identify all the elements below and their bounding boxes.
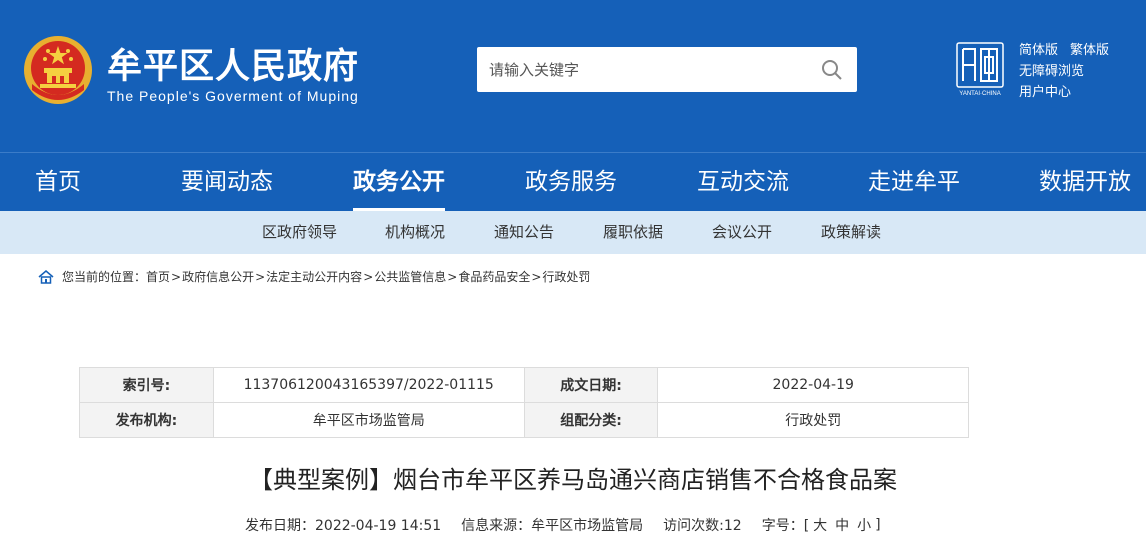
search-box <box>477 47 857 92</box>
date-value: 2022-04-19 <box>657 367 969 403</box>
home-icon <box>38 269 54 284</box>
sub-nav: 区政府领导 机构概况 通知公告 履职依据 会议公开 政策解读 <box>0 211 1146 254</box>
breadcrumb-sep: > <box>447 269 458 284</box>
article-title: 【典型案例】烟台市牟平区养马岛通兴商店销售不合格食品案 <box>249 466 897 494</box>
search-button[interactable] <box>807 47 857 92</box>
simplified-link[interactable]: 简体版 <box>1019 43 1058 58</box>
traditional-link[interactable]: 繁体版 <box>1070 43 1109 58</box>
national-emblem-icon <box>24 36 92 104</box>
user-center-link[interactable]: 用户中心 <box>1019 85 1071 100</box>
nav-item-news[interactable]: 要闻动态 <box>181 153 273 211</box>
org-value: 牟平区市场监管局 <box>212 402 525 438</box>
breadcrumb-sep: > <box>171 269 182 284</box>
breadcrumb-sep: > <box>363 269 374 284</box>
date-label: 成文日期: <box>523 367 659 403</box>
publish-date: 发布日期：2022-04-19 14:51 <box>245 518 442 534</box>
site-header: 牟平区人民政府 The People's Goverment of Muping… <box>0 0 1146 152</box>
svg-text:YANTAI·CHINA: YANTAI·CHINA <box>959 91 1000 97</box>
info-source: 信息来源：牟平区市场监管局 <box>461 518 644 534</box>
breadcrumb-statutory[interactable]: 法定主动公开内容 <box>266 268 362 285</box>
header-tools: 简体版 繁体版 无障碍浏览 用户中心 <box>1019 40 1109 103</box>
article-info: 发布日期：2022-04-19 14:51 信息来源：牟平区市场监管局 访问次数… <box>245 515 881 535</box>
subnav-item-notices[interactable]: 通知公告 <box>494 211 554 254</box>
breadcrumb-home[interactable]: 首页 <box>146 268 170 285</box>
breadcrumb-sep: > <box>255 269 266 284</box>
font-medium-button[interactable]: 中 <box>835 515 849 535</box>
nav-item-open-data[interactable]: 数据开放 <box>1039 153 1131 211</box>
site-title: 牟平区人民政府 <box>107 47 360 87</box>
index-label: 索引号: <box>79 367 214 403</box>
breadcrumb-supervision[interactable]: 公共监管信息 <box>374 268 446 285</box>
font-small-button[interactable]: 小 <box>857 515 871 535</box>
breadcrumb-penalty[interactable]: 行政处罚 <box>542 268 590 285</box>
search-icon <box>822 59 842 80</box>
font-size-end: ] <box>875 517 881 533</box>
subnav-item-duties[interactable]: 履职依据 <box>603 211 663 254</box>
table-row: 索引号: 113706120043165397/2022-01115 成文日期:… <box>79 367 969 403</box>
subnav-item-meetings[interactable]: 会议公开 <box>712 211 772 254</box>
nav-item-gov-services[interactable]: 政务服务 <box>525 153 617 211</box>
subnav-item-leaders[interactable]: 区政府领导 <box>262 211 337 254</box>
category-value: 行政处罚 <box>657 402 969 438</box>
main-nav: 首页 要闻动态 政务公开 政务服务 互动交流 走进牟平 数据开放 <box>0 152 1146 211</box>
nav-item-gov-affairs[interactable]: 政务公开 <box>353 153 445 211</box>
table-row: 发布机构: 牟平区市场监管局 组配分类: 行政处罚 <box>79 402 969 438</box>
category-label: 组配分类: <box>523 402 659 438</box>
meta-table: 索引号: 113706120043165397/2022-01115 成文日期:… <box>79 367 969 438</box>
nav-item-home[interactable]: 首页 <box>35 153 81 211</box>
breadcrumb-prefix: 您当前的位置： <box>62 270 147 284</box>
search-input[interactable] <box>477 47 807 92</box>
accessible-link[interactable]: 无障碍浏览 <box>1019 64 1084 79</box>
visit-count: 访问次数:12 <box>663 518 742 534</box>
breadcrumb-sep: > <box>531 269 542 284</box>
subnav-item-policy[interactable]: 政策解读 <box>821 211 881 254</box>
breadcrumb-info-open[interactable]: 政府信息公开 <box>182 268 254 285</box>
site-subtitle: The People's Goverment of Muping <box>107 88 359 104</box>
index-value: 113706120043165397/2022-01115 <box>212 367 525 403</box>
breadcrumb-food-drug[interactable]: 食品药品安全 <box>458 268 530 285</box>
nav-item-interaction[interactable]: 互动交流 <box>697 153 789 211</box>
font-large-button[interactable]: 大 <box>813 515 827 535</box>
yantai-china-logo-icon: YANTAI·CHINA <box>956 42 1004 97</box>
subnav-item-org[interactable]: 机构概况 <box>385 211 445 254</box>
org-label: 发布机构: <box>79 402 214 438</box>
nav-item-about[interactable]: 走进牟平 <box>868 153 960 211</box>
breadcrumb: 您当前的位置： 首页 > 政府信息公开 > 法定主动公开内容 > 公共监管信息 > 食品… <box>38 268 590 285</box>
font-size-label: 字号：[ <box>761 518 810 534</box>
